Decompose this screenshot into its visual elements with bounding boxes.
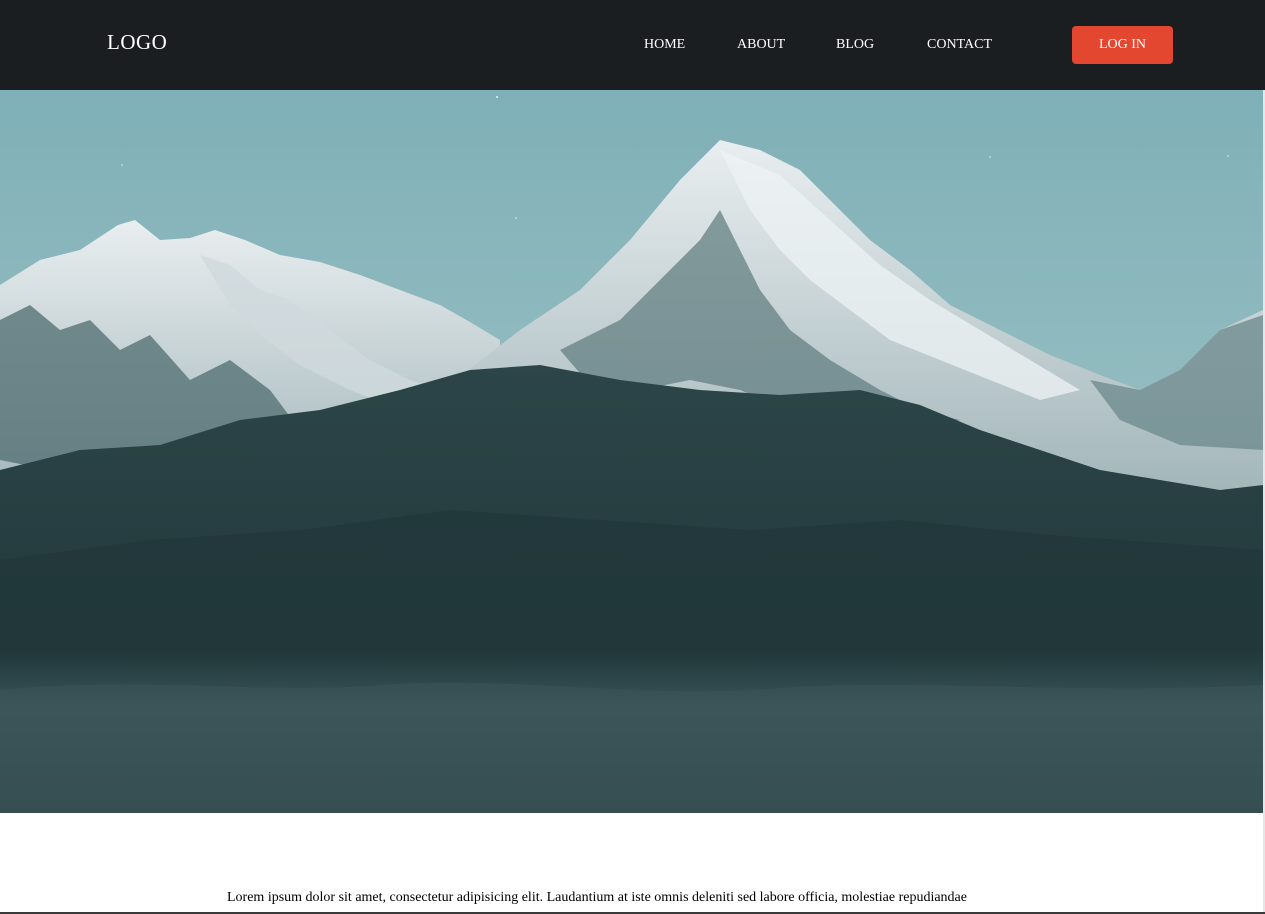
intro-paragraph: Lorem ipsum dolor sit amet, consectetur …: [227, 890, 967, 905]
site-logo[interactable]: LOGO: [107, 30, 167, 55]
nav-link-blog[interactable]: BLOG: [836, 37, 874, 53]
nav-link-about[interactable]: ABOUT: [737, 37, 785, 53]
login-button[interactable]: LOG IN: [1072, 26, 1173, 64]
hero-image: [0, 90, 1263, 813]
mountain-landscape-image: [0, 90, 1263, 813]
top-navbar: LOGO HOME ABOUT BLOG CONTACT LOG IN: [0, 0, 1265, 90]
nav-link-home[interactable]: HOME: [644, 37, 685, 53]
nav-link-contact[interactable]: CONTACT: [927, 37, 992, 53]
